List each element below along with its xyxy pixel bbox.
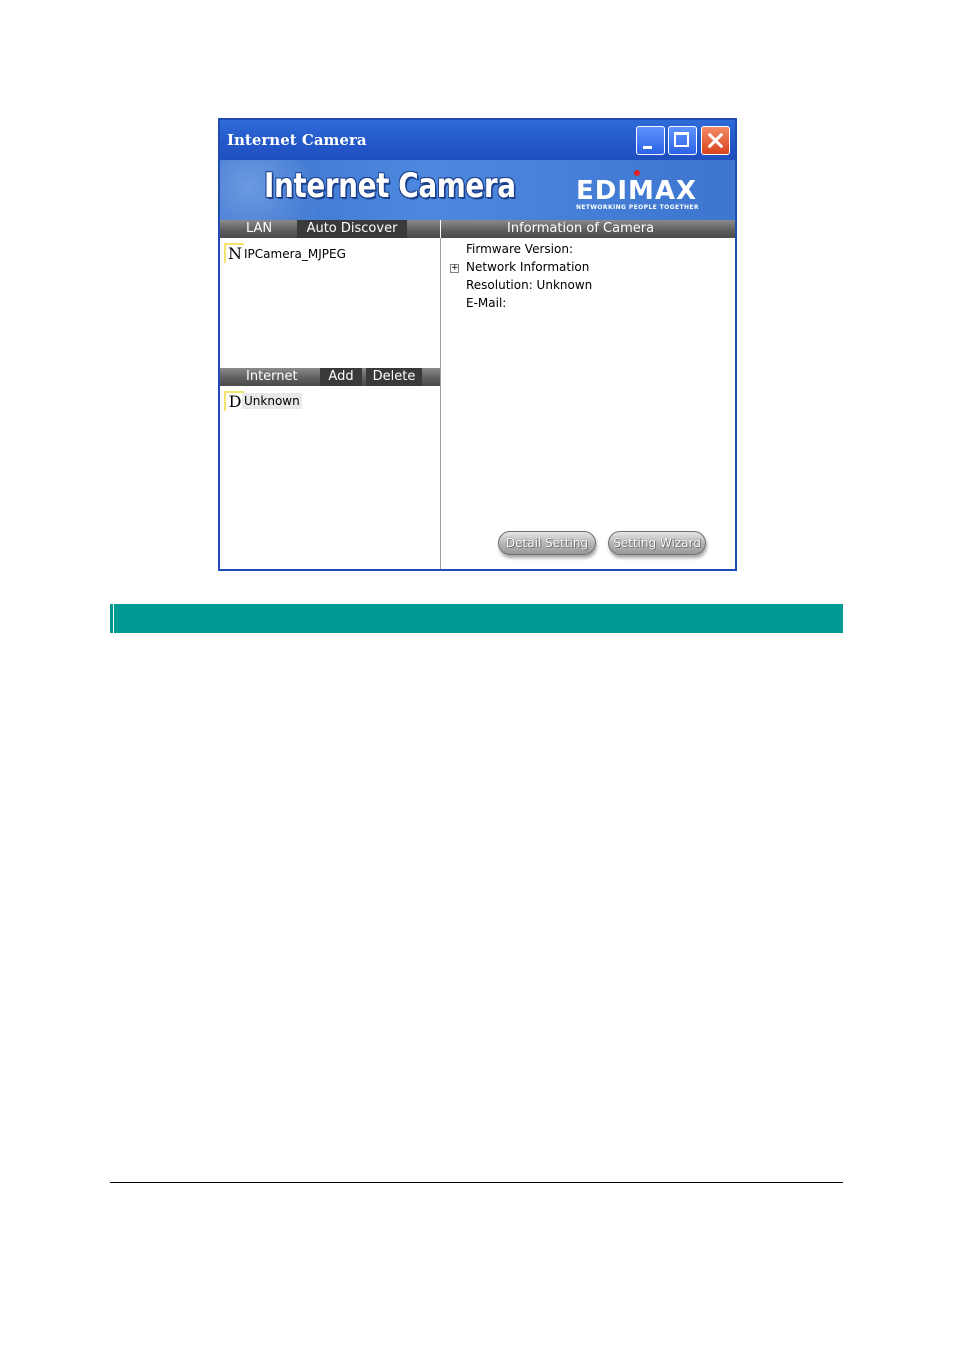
internet-item-letter: D <box>224 391 244 411</box>
detail-setting-button[interactable]: Detail Setting <box>498 531 596 555</box>
lan-item-letter: N <box>224 243 244 263</box>
email-info: E-Mail: <box>466 296 507 310</box>
lan-label: LAN <box>246 221 273 236</box>
add-button[interactable]: Add <box>320 368 362 386</box>
maximize-icon[interactable] <box>668 126 697 155</box>
network-information[interactable]: Network Information <box>466 260 589 274</box>
setting-wizard-button[interactable]: Setting Wizard <box>608 531 706 555</box>
title-bar[interactable]: Internet Camera <box>220 120 735 160</box>
auto-discover-button[interactable]: Auto Discover <box>297 220 407 238</box>
internet-camera-item[interactable]: Unknown <box>242 393 302 409</box>
window-title: Internet Camera <box>227 131 367 149</box>
internet-header-bar: Internet Add Delete <box>220 368 440 386</box>
banner-title: Internet Camera <box>264 166 516 206</box>
logo-tagline: NETWORKING PEOPLE TOGETHER <box>576 204 699 211</box>
lan-camera-list: N IPCamera_MJPEG <box>220 238 440 366</box>
internet-label: Internet <box>246 369 298 384</box>
info-header-label: Information of Camera <box>507 221 655 236</box>
edimax-logo: EDIMAX <box>576 176 698 206</box>
close-icon[interactable] <box>701 126 730 155</box>
internet-camera-list: D Unknown <box>220 386 440 569</box>
logo-dot-icon <box>634 170 640 176</box>
info-header-bar: Information of Camera <box>441 220 735 238</box>
minimize-icon[interactable] <box>636 126 665 155</box>
footer-rule <box>110 1182 843 1183</box>
camera-info-panel: Firmware Version: + Network Information … <box>441 238 735 569</box>
firmware-version: Firmware Version: <box>466 242 573 256</box>
section-band <box>110 604 843 633</box>
lan-header-bar: LAN Auto Discover <box>220 220 440 238</box>
expand-icon[interactable]: + <box>450 264 459 273</box>
delete-button[interactable]: Delete <box>366 368 422 386</box>
lan-camera-item[interactable]: IPCamera_MJPEG <box>244 247 346 261</box>
app-banner: Internet Camera EDIMAX NETWORKING PEOPLE… <box>220 160 735 220</box>
internet-camera-window: Internet Camera Internet Camera EDIMAX N… <box>218 118 737 571</box>
resolution-info: Resolution: Unknown <box>466 278 593 292</box>
